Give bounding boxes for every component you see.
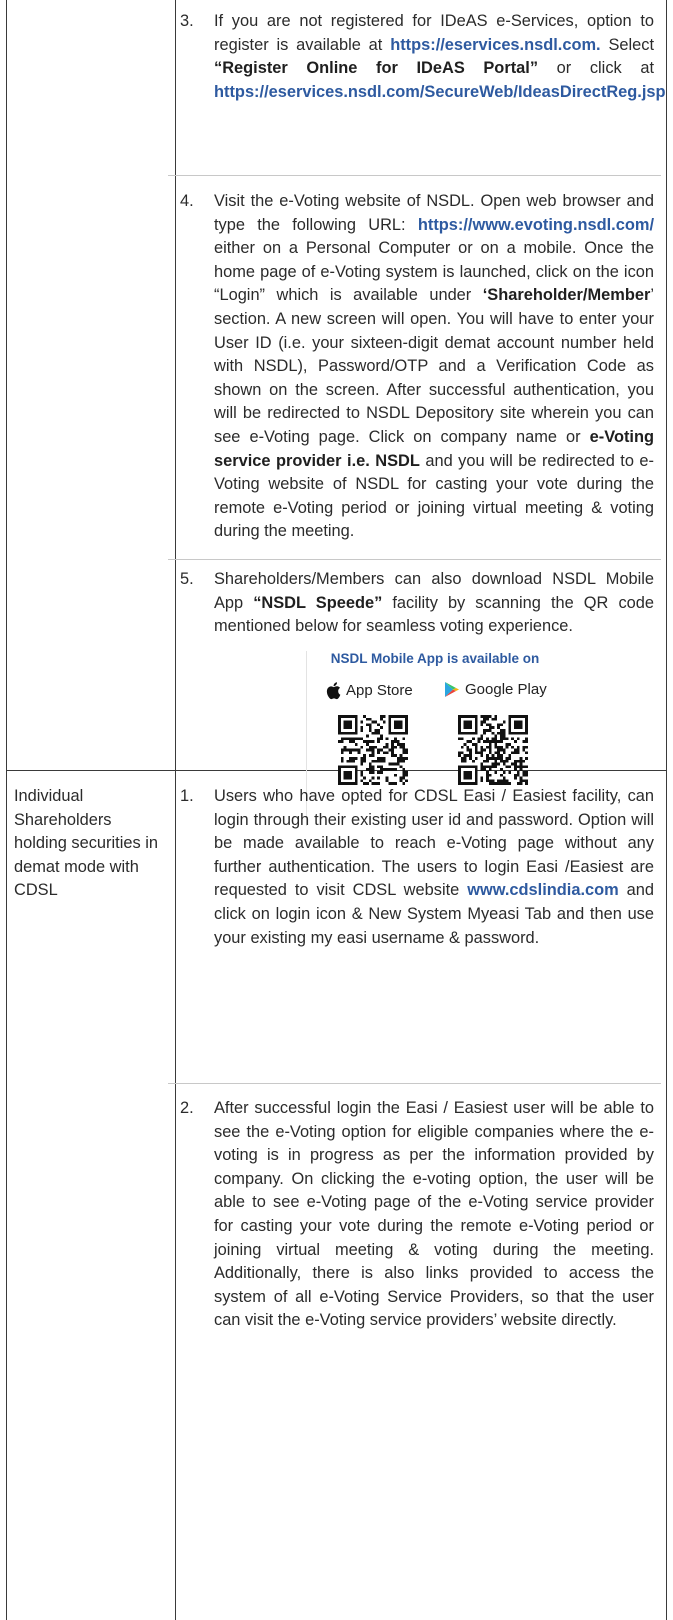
row-label: Individual Shareholders holding securiti…: [14, 787, 158, 900]
url-link[interactable]: www.cdslindia.com: [467, 881, 619, 899]
item-number: 3.: [180, 12, 194, 30]
text-run: After successful login the Easi / Easies…: [214, 1099, 654, 1330]
item-text: Shareholders/Members can also download N…: [214, 568, 654, 639]
item-number: 2.: [180, 1099, 194, 1117]
list-item: 1. Users who have opted for CDSL Easi / …: [180, 785, 654, 950]
item-number: 1.: [180, 787, 194, 805]
item-text: If you are not registered for IDeAS e-Se…: [214, 10, 666, 104]
list-item: 2. After successful login the Easi / Eas…: [180, 1097, 654, 1333]
app-store-badge[interactable]: App Store: [325, 681, 413, 700]
bold-text: ‘Shareholder/Member: [482, 286, 651, 305]
google-play-label: Google Play: [465, 681, 547, 698]
item-text: Users who have opted for CDSL Easi / Eas…: [214, 785, 654, 950]
list-item: 3. If you are not registered for IDeAS e…: [180, 10, 666, 104]
qr-code-icon: [338, 715, 408, 785]
app-store-label: App Store: [346, 682, 413, 699]
bold-text: “NSDL Speede”: [253, 593, 383, 612]
url-link[interactable]: https://eservices.nsdl.com/SecureWeb/Ide…: [214, 83, 666, 101]
bold-text: “Register Online for IDeAS Portal”: [214, 59, 539, 78]
url-link[interactable]: https://www.evoting.nsdl.com/: [418, 216, 654, 234]
text-run: ’ section. A new screen will open. You w…: [214, 286, 654, 446]
qr-code-icon: [458, 715, 528, 785]
item-text: After successful login the Easi / Easies…: [214, 1097, 654, 1333]
list-item: 4. Visit the e-Voting website of NSDL. O…: [180, 190, 654, 544]
google-play-icon: [445, 682, 459, 697]
list-item: 5. Shareholders/Members can also downloa…: [180, 568, 654, 639]
qr-pattern: [338, 715, 408, 785]
qr-pattern: [458, 715, 528, 785]
text-run: or click at: [538, 59, 654, 78]
column-divider: [175, 0, 176, 1620]
apple-icon: [326, 682, 341, 700]
text-run: Select: [600, 35, 654, 54]
item-number: 4.: [180, 192, 194, 210]
item-separator: [168, 559, 661, 560]
item-separator: [168, 175, 661, 176]
item-separator: [168, 1083, 661, 1084]
url-link[interactable]: https://eservices.nsdl.com.: [390, 36, 600, 54]
google-play-badge[interactable]: Google Play: [444, 681, 547, 698]
item-text: Visit the e-Voting website of NSDL. Open…: [214, 190, 654, 544]
app-box-title: NSDL Mobile App is available on: [330, 651, 540, 666]
item-number: 5.: [180, 570, 194, 588]
